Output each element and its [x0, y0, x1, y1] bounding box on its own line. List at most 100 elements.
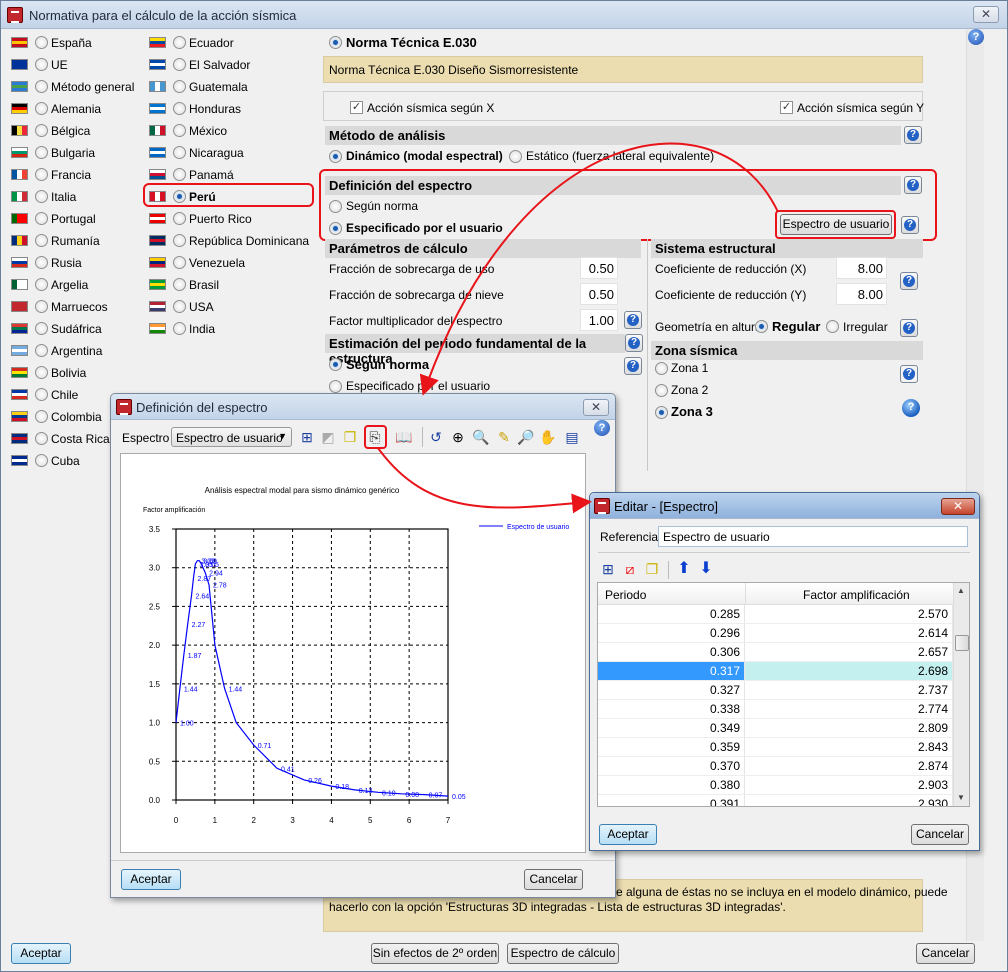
- estatico-radio[interactable]: [509, 150, 522, 163]
- periodo-cell[interactable]: 0.380: [598, 776, 745, 795]
- factor-cell[interactable]: 2.930: [745, 795, 953, 806]
- copy-row-icon[interactable]: ❐: [643, 560, 661, 578]
- arrow-left-icon[interactable]: ⬅: [900, 365, 918, 383]
- country-label[interactable]: Guatemala: [189, 80, 248, 94]
- table-scrollbar[interactable]: ▲ ▼: [953, 583, 969, 806]
- cancelar-button[interactable]: Cancelar: [916, 943, 975, 964]
- espectro-help-icon[interactable]: [904, 176, 922, 194]
- table-row[interactable]: 0.349 2.809: [598, 719, 953, 738]
- espectro-calculo-button[interactable]: Espectro de cálculo: [507, 943, 619, 964]
- periodo-cell[interactable]: 0.296: [598, 624, 745, 643]
- factor-cell[interactable]: 2.903: [745, 776, 953, 795]
- table-row[interactable]: 0.285 2.570: [598, 605, 953, 624]
- table-row[interactable]: 0.370 2.874: [598, 757, 953, 776]
- print-icon[interactable]: ▤: [563, 428, 581, 446]
- country-radio[interactable]: [173, 278, 186, 291]
- country-radio[interactable]: [35, 300, 48, 313]
- country-radio[interactable]: [173, 322, 186, 335]
- sin-efectos-button[interactable]: Sin efectos de 2º orden: [371, 943, 499, 964]
- usuario-help-icon[interactable]: [901, 216, 919, 234]
- country-label[interactable]: República Dominicana: [189, 234, 309, 248]
- espectro-select[interactable]: Espectro de usuario ▼: [171, 427, 292, 447]
- param-input-0[interactable]: 0.50: [580, 257, 618, 279]
- globe-icon[interactable]: [902, 399, 920, 417]
- factor-cell[interactable]: 2.843: [745, 738, 953, 757]
- factor-cell[interactable]: 2.614: [745, 624, 953, 643]
- country-label[interactable]: India: [189, 322, 215, 336]
- country-radio[interactable]: [35, 234, 48, 247]
- delete-row-icon[interactable]: ⧄: [621, 560, 639, 578]
- editar-dialog-close[interactable]: [941, 498, 975, 515]
- new-icon[interactable]: ⊞: [298, 428, 316, 446]
- country-radio[interactable]: [173, 256, 186, 269]
- table-row[interactable]: 0.391 2.930: [598, 795, 953, 806]
- country-radio[interactable]: [173, 146, 186, 159]
- add-row-icon[interactable]: ⊞: [599, 560, 617, 578]
- scroll-up-icon[interactable]: ▲: [957, 586, 965, 595]
- geometria-help-icon[interactable]: [900, 319, 918, 337]
- copy-icon[interactable]: ❐: [341, 428, 359, 446]
- param-input-1[interactable]: 0.50: [580, 283, 618, 305]
- country-label[interactable]: Sudáfrica: [51, 322, 102, 336]
- country-label[interactable]: Argelia: [51, 278, 88, 292]
- country-label[interactable]: Bélgica: [51, 124, 90, 138]
- zoom-window-icon[interactable]: 🔎: [517, 428, 535, 446]
- country-radio[interactable]: [35, 322, 48, 335]
- country-label[interactable]: Nicaragua: [189, 146, 244, 160]
- scroll-thumb[interactable]: [955, 635, 969, 651]
- factor-cell[interactable]: 2.774: [745, 700, 953, 719]
- metodo-help-icon[interactable]: [904, 126, 922, 144]
- aceptar-button[interactable]: Aceptar: [11, 943, 71, 964]
- dinamico-radio[interactable]: [329, 150, 342, 163]
- country-radio[interactable]: [35, 454, 48, 467]
- periodo-cell[interactable]: 0.285: [598, 605, 745, 624]
- country-radio[interactable]: [173, 168, 186, 181]
- country-label[interactable]: Ecuador: [189, 36, 234, 50]
- sistema-input-0[interactable]: 8.00: [836, 257, 887, 279]
- country-radio[interactable]: [35, 58, 48, 71]
- pan-hand-icon[interactable]: ✋: [539, 428, 557, 446]
- country-label[interactable]: Rusia: [51, 256, 82, 270]
- country-radio[interactable]: [35, 168, 48, 181]
- pencil-icon[interactable]: ✎: [495, 428, 513, 446]
- country-radio[interactable]: [35, 212, 48, 225]
- espectro-dialog-close[interactable]: [583, 399, 609, 416]
- country-radio[interactable]: [173, 212, 186, 225]
- country-radio[interactable]: [173, 36, 186, 49]
- country-radio[interactable]: [173, 234, 186, 247]
- country-label[interactable]: Bulgaria: [51, 146, 95, 160]
- table-row[interactable]: 0.317 2.698: [598, 662, 953, 681]
- table-row[interactable]: 0.380 2.903: [598, 776, 953, 795]
- country-radio[interactable]: [173, 58, 186, 71]
- country-radio[interactable]: [35, 278, 48, 291]
- sistema-input-1[interactable]: 8.00: [836, 283, 887, 305]
- country-radio[interactable]: [35, 344, 48, 357]
- country-label[interactable]: Colombia: [51, 410, 102, 424]
- periodo-cell[interactable]: 0.370: [598, 757, 745, 776]
- country-label[interactable]: Rumanía: [51, 234, 100, 248]
- country-label[interactable]: Bolivia: [51, 366, 86, 380]
- country-label[interactable]: Honduras: [189, 102, 241, 116]
- country-label[interactable]: México: [189, 124, 227, 138]
- country-radio[interactable]: [173, 124, 186, 137]
- country-radio[interactable]: [173, 102, 186, 115]
- espectro-dialog-help-icon[interactable]: [594, 420, 610, 436]
- main-help-icon[interactable]: [968, 29, 984, 45]
- country-label[interactable]: Alemania: [51, 102, 101, 116]
- country-label[interactable]: USA: [189, 300, 214, 314]
- editar-cancelar[interactable]: Cancelar: [911, 824, 969, 845]
- country-label[interactable]: UE: [51, 58, 68, 72]
- periodo-cell[interactable]: 0.327: [598, 681, 745, 700]
- periodo-cell[interactable]: 0.317: [598, 662, 745, 681]
- country-radio[interactable]: [35, 366, 48, 379]
- espectro-dialog-aceptar[interactable]: Aceptar: [121, 869, 181, 890]
- factor-cell[interactable]: 2.874: [745, 757, 953, 776]
- referencia-input[interactable]: Espectro de usuario: [658, 526, 968, 547]
- periodo-norma-radio[interactable]: [329, 358, 342, 371]
- country-radio[interactable]: [35, 432, 48, 445]
- scroll-down-icon[interactable]: ▼: [957, 793, 965, 802]
- country-radio[interactable]: [35, 256, 48, 269]
- country-label[interactable]: Brasil: [189, 278, 219, 292]
- country-radio[interactable]: [35, 410, 48, 423]
- country-label[interactable]: Costa Rica: [51, 432, 110, 446]
